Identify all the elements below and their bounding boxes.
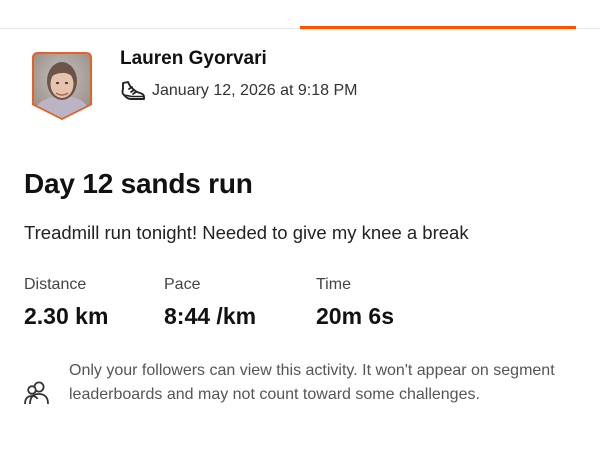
stat-pace-value: 8:44 /km [164,303,257,329]
stat-distance: Distance 2.30 km [24,276,108,330]
stat-distance-label: Distance [24,276,87,293]
stat-time-value: 20m 6s [316,303,395,329]
activity-title: Day 12 sands run [24,168,253,199]
privacy-notice: Only your followers can view this activi… [69,362,555,403]
activity-description: Treadmill run tonight! Needed to give my… [24,222,469,243]
activity-meta: January 12, 2026 at 9:18 PM [120,80,357,102]
followers-icon [22,380,52,406]
active-tab-indicator [300,26,576,29]
activity-date: January 12, 2026 at 9:18 PM [152,82,358,99]
stat-pace-label: Pace [164,276,201,293]
run-shoe-icon [120,80,146,102]
athlete-name[interactable]: Lauren Gyorvari [120,48,267,70]
avatar-photo-icon [32,52,92,120]
stat-pace: Pace 8:44 /km [164,276,256,330]
stat-time-label: Time [316,276,351,293]
stat-distance-value: 2.30 km [24,303,109,329]
stat-time: Time 20m 6s [316,276,394,330]
athlete-avatar[interactable] [30,50,94,122]
